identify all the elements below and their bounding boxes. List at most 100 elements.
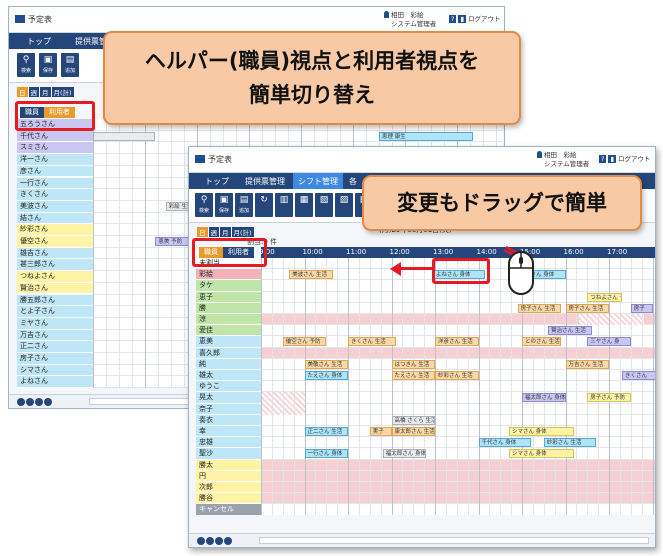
schedule-event[interactable]: 福太郎さん 身体 — [522, 393, 566, 403]
front-time-cells: 美波さん 生活よねさん 身体桜さん 身体つねよさん 予防房子さん 生活房子さん … — [261, 258, 655, 515]
schedule-event[interactable]: はつきん 生活 — [391, 359, 435, 369]
search-icon: ⚲ — [22, 55, 30, 65]
schedule-event[interactable]: たえさん 生活 — [391, 371, 435, 380]
add-tool-button[interactable]: ▤ 追加 — [235, 193, 253, 217]
app-title-text: 予定表 — [28, 15, 52, 24]
schedule-event[interactable] — [93, 131, 156, 141]
user-info: 相田 彩絵 システム管理者 — [384, 11, 436, 29]
tab-week[interactable]: 週 — [208, 227, 219, 237]
first-page-icon[interactable] — [197, 537, 205, 545]
schedule-event[interactable]: 房子 — [630, 303, 653, 313]
schedule-event[interactable]: 美波さん 生活 — [289, 270, 333, 280]
schedule-event[interactable]: 万吉さん 生活 — [565, 359, 609, 369]
schedule-event[interactable]: 房子さん 予防 — [587, 393, 631, 403]
user-row-name: とよ子さん — [17, 306, 93, 318]
staff-row-name: 奏衣 — [196, 414, 261, 426]
tab-day[interactable]: 日 — [17, 87, 28, 97]
schedule-event[interactable]: 洋彦さん 生活 — [435, 337, 479, 347]
schedule-event[interactable]: 賢治さん 生活 — [548, 326, 592, 336]
user-row-name: 正二さん — [17, 341, 93, 353]
tab-month-total[interactable]: 月(計) — [231, 227, 254, 237]
logout-label: ログアウト — [618, 155, 651, 163]
grid-col-line — [380, 258, 382, 515]
schedule-event[interactable]: つねよさん 予防 — [587, 292, 623, 302]
schedule-event[interactable]: 康太郎さん 生活 — [391, 427, 435, 436]
next-page-icon[interactable] — [215, 537, 223, 545]
last-page-icon[interactable] — [224, 537, 232, 545]
pager — [17, 398, 53, 408]
nav-more[interactable]: 各 — [349, 176, 357, 187]
logout-button[interactable]: ? ▮ ログアウト — [599, 153, 651, 163]
app-header: 予定表 相田 彩絵 システム管理者 ? ▮ ログアウト — [9, 7, 504, 33]
tab-month[interactable]: 月 — [40, 87, 51, 97]
grid-col-line — [456, 258, 458, 515]
unavailable-band — [261, 470, 655, 481]
schedule-event[interactable]: 高橋 さくら 生活 — [391, 415, 435, 425]
schedule-event[interactable]: きくさん — [622, 371, 655, 380]
search-tool-button[interactable]: ⚲ 検索 — [17, 53, 35, 77]
nav-top[interactable]: トップ — [27, 36, 51, 47]
schedule-event[interactable]: 美敬さん 生活 — [304, 359, 348, 369]
print-tool-button[interactable]: ▧ — [315, 193, 333, 217]
user-row-name: よねさん — [17, 376, 93, 388]
schedule-event[interactable]: 実子 — [369, 427, 392, 436]
nav-shift[interactable]: シフト管理 — [293, 173, 343, 189]
logout-button[interactable]: ? ▮ ログアウト — [449, 13, 501, 23]
paste-tool-button[interactable]: ▦ — [295, 193, 313, 217]
tab-month-total[interactable]: 月(計) — [51, 87, 74, 97]
staff-row-name: 勝 — [196, 302, 261, 314]
staff-row-name: 奈子 — [196, 403, 261, 415]
tab-day[interactable]: 日 — [197, 227, 208, 237]
reload-tool-button[interactable]: ↻ — [255, 193, 273, 217]
schedule-event[interactable]: 三ヤさん 身 — [587, 337, 631, 347]
schedule-event[interactable]: 紗彩さん 生活 — [435, 371, 479, 380]
schedule-event[interactable]: 紗彩さん 生活 — [543, 438, 596, 448]
next-page-icon[interactable] — [35, 398, 43, 406]
unavailable-band — [261, 347, 655, 358]
horizontal-scrollbar[interactable] — [259, 537, 649, 544]
dragged-event-highlight — [432, 258, 490, 284]
nav-provider[interactable]: 提供票管理 — [245, 176, 285, 187]
time-axis: 9:00 10:00 11:00 12:00 13:00 14:00 15:00 16:00 1… — [259, 247, 655, 258]
tab-month[interactable]: 月 — [220, 227, 231, 237]
schedule-event[interactable]: シマさん 身体 — [508, 427, 575, 436]
copy-tool-button[interactable]: ▥ — [275, 193, 293, 217]
staff-row-name: 愛佳 — [196, 325, 261, 337]
search-tool-button[interactable]: ⚲ 検索 — [195, 193, 213, 217]
add-tool-button[interactable]: ▤ 追加 — [61, 53, 79, 77]
save-tool-button[interactable]: ▣ 保存 — [39, 53, 57, 77]
callout-line2: 簡単切り替え — [249, 83, 375, 107]
prev-page-icon[interactable] — [26, 398, 34, 406]
schedule-event[interactable]: 正二さん 生活 — [304, 427, 348, 436]
app-header: 予定表 相田 彩絵 システム管理者 ? ▮ ログアウト — [189, 147, 655, 173]
logout-label: ログアウト — [468, 15, 501, 23]
staff-row-name: 次郎 — [196, 482, 261, 494]
user-row-name: 万吉さん — [17, 329, 93, 342]
grid-col-line — [119, 119, 120, 388]
front-schedule-grid: 9:00 10:00 11:00 12:00 13:00 14:00 15:00 16:00 1… — [196, 247, 655, 515]
schedule-event[interactable]: シマさん 身体 — [508, 449, 575, 459]
nav-top[interactable]: トップ — [205, 176, 229, 187]
schedule-event[interactable]: とのさん 生活 — [522, 337, 562, 347]
first-page-icon[interactable] — [17, 398, 25, 406]
last-page-icon[interactable] — [44, 398, 52, 406]
schedule-event[interactable]: 優空さん 予防 — [282, 337, 327, 347]
schedule-event[interactable]: 千代さん 身体 — [478, 438, 531, 448]
tab-week[interactable]: 週 — [28, 87, 39, 97]
callout-view-switch: ヘルパー(職員)視点と利用者視点を 簡単切り替え — [103, 31, 521, 125]
staff-row-name: ゆうこ — [196, 381, 261, 393]
grid-row-line — [93, 129, 503, 131]
prev-page-icon[interactable] — [206, 537, 214, 545]
schedule-event[interactable]: 房子さん 生活 — [517, 303, 562, 313]
grid-col-line — [641, 258, 643, 515]
callout-line1: ヘルパー(職員)視点と利用者視点を — [144, 49, 480, 73]
schedule-event[interactable]: きくさん 生活 — [348, 337, 396, 347]
schedule-event[interactable]: 恵理 康生 — [379, 131, 473, 141]
save-tool-button[interactable]: ▣ 保存 — [215, 193, 233, 217]
schedule-event[interactable]: 一行さん 身体 — [304, 449, 348, 459]
schedule-event[interactable]: 福太郎さん 身体 — [382, 449, 427, 459]
export-tool-button[interactable]: ▨ — [335, 193, 353, 217]
schedule-event[interactable]: たえさん 身体 — [304, 371, 348, 380]
schedule-event[interactable]: 房子さん 生活 — [565, 303, 609, 313]
grid-row-line — [261, 425, 655, 426]
